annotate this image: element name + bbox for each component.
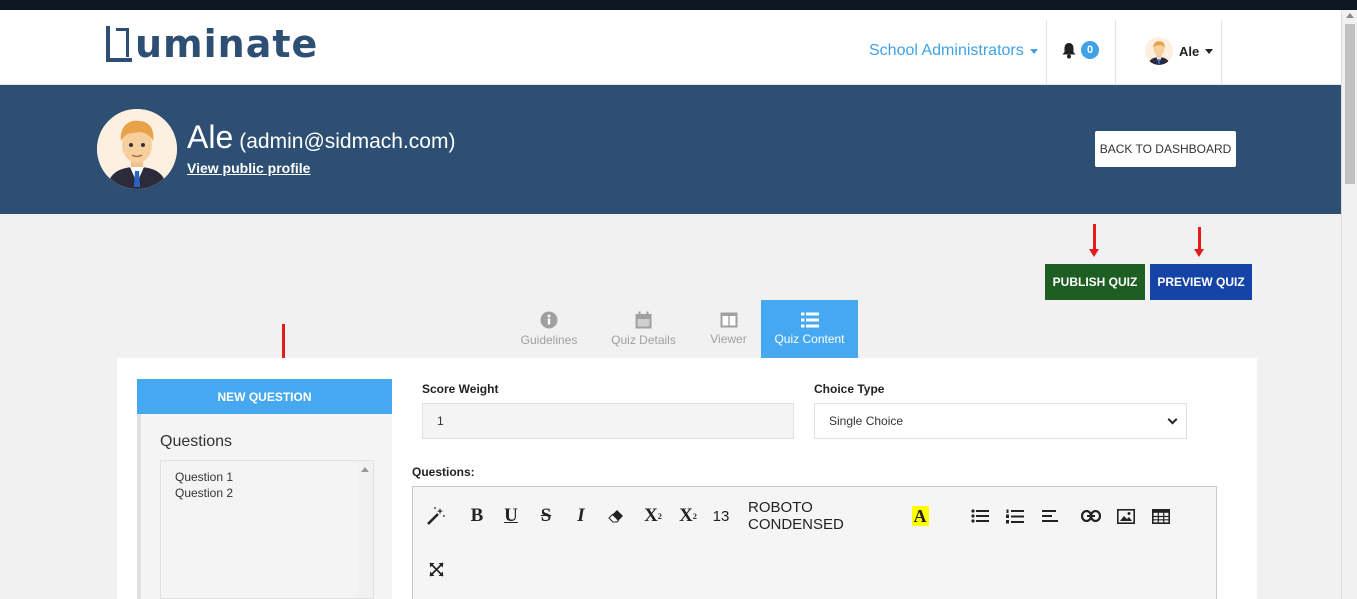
tab-label: Guidelines xyxy=(520,333,578,347)
tab-label: Viewer xyxy=(710,332,747,346)
magic-wand-icon[interactable] xyxy=(425,505,447,527)
caret-down-icon xyxy=(1029,48,1038,54)
back-to-dashboard-button[interactable]: BACK TO DASHBOARD xyxy=(1095,131,1236,167)
notification-count-badge: 0 xyxy=(1081,41,1099,59)
question-editor[interactable]: B U S I X2 X2 13 ROBOTO CONDENSED A xyxy=(412,486,1217,599)
quiz-tabs: Guidelines Quiz Details Viewer Quiz Cont… xyxy=(507,300,858,358)
logo-mark-icon xyxy=(106,26,132,62)
bold-icon[interactable]: B xyxy=(466,505,488,527)
annotation-arrow xyxy=(1194,227,1204,257)
role-menu-label: School Administrators xyxy=(869,42,1024,59)
questions-list[interactable]: Question 1 Question 2 xyxy=(160,460,374,599)
profile-email: (admin@sidmach.com) xyxy=(239,130,456,153)
logo-wordmark: uminate xyxy=(135,22,319,66)
nav-divider xyxy=(1221,20,1222,85)
list-item[interactable]: Question 2 xyxy=(175,485,359,501)
score-weight-field[interactable]: 1 xyxy=(422,403,794,439)
tab-quiz-details[interactable]: Quiz Details xyxy=(591,300,696,358)
scrollbar-thumb[interactable] xyxy=(1345,24,1355,184)
score-weight-label: Score Weight xyxy=(422,382,499,396)
questions-list-scrollbar[interactable] xyxy=(357,461,373,598)
font-size-dropdown[interactable]: 13 xyxy=(710,505,732,527)
choice-type-label: Choice Type xyxy=(814,382,885,396)
list-item[interactable]: Question 1 xyxy=(175,469,359,485)
underline-icon[interactable]: U xyxy=(500,505,522,527)
luminate-logo[interactable]: uminate xyxy=(106,22,319,66)
nav-divider xyxy=(1046,20,1047,85)
tab-quiz-content[interactable]: Quiz Content xyxy=(761,300,858,358)
highlight-color-icon[interactable]: A xyxy=(910,505,930,527)
italic-icon[interactable]: I xyxy=(570,505,592,527)
score-weight-value: 1 xyxy=(437,414,444,428)
columns-icon xyxy=(720,312,737,328)
preview-quiz-button[interactable]: PREVIEW QUIZ xyxy=(1150,264,1252,300)
strikethrough-icon[interactable]: S xyxy=(535,505,557,527)
fullscreen-icon[interactable] xyxy=(425,558,447,580)
profile-avatar xyxy=(97,109,177,189)
table-icon[interactable] xyxy=(1150,505,1172,527)
list-icon xyxy=(800,312,819,328)
notifications-button[interactable]: 0 xyxy=(1061,41,1099,59)
align-icon[interactable] xyxy=(1039,505,1061,527)
profile-name: Ale xyxy=(187,119,234,155)
choice-type-select[interactable]: Single Choice xyxy=(814,403,1187,439)
user-menu[interactable]: Ale xyxy=(1145,37,1214,65)
tab-label: Quiz Content xyxy=(774,332,845,346)
questions-editor-label: Questions: xyxy=(412,465,475,479)
tab-label: Quiz Details xyxy=(611,333,676,347)
info-circle-icon xyxy=(540,311,558,329)
image-icon[interactable] xyxy=(1115,505,1137,527)
subscript-icon[interactable]: X2 xyxy=(676,505,700,527)
eraser-icon[interactable] xyxy=(605,505,627,527)
choice-type-value: Single Choice xyxy=(829,414,904,428)
role-menu[interactable]: School Administrators xyxy=(869,42,1038,60)
scroll-up-icon[interactable] xyxy=(1346,13,1354,18)
tab-viewer[interactable]: Viewer xyxy=(696,300,761,358)
link-icon[interactable] xyxy=(1080,505,1102,527)
top-navbar: uminate School Administrators 0 Ale xyxy=(0,10,1341,85)
avatar xyxy=(1145,37,1173,65)
scroll-up-icon[interactable] xyxy=(361,467,369,472)
browser-top-strip xyxy=(0,0,1357,10)
calendar-icon xyxy=(635,311,652,329)
caret-down-icon xyxy=(1205,48,1214,54)
chevron-down-icon xyxy=(1167,414,1178,424)
questions-title: Questions xyxy=(160,433,233,450)
user-menu-label: Ale xyxy=(1179,43,1200,59)
profile-banner: Ale (admin@sidmach.com) View public prof… xyxy=(0,85,1341,214)
font-family-dropdown[interactable]: ROBOTO CONDENSED xyxy=(748,499,890,533)
ordered-list-icon[interactable] xyxy=(1004,505,1026,527)
page-scrollbar[interactable] xyxy=(1341,10,1357,599)
bell-icon xyxy=(1062,42,1076,58)
new-question-button[interactable]: NEW QUESTION xyxy=(137,379,392,414)
view-public-profile-link[interactable]: View public profile xyxy=(187,160,310,176)
nav-divider xyxy=(1115,20,1116,85)
publish-quiz-button[interactable]: PUBLISH QUIZ xyxy=(1045,264,1145,300)
tab-guidelines[interactable]: Guidelines xyxy=(507,300,591,358)
annotation-arrow xyxy=(278,324,288,369)
superscript-icon[interactable]: X2 xyxy=(641,505,665,527)
annotation-arrow xyxy=(1089,224,1099,257)
profile-heading: Ale (admin@sidmach.com) xyxy=(187,119,455,156)
unordered-list-icon[interactable] xyxy=(969,505,991,527)
